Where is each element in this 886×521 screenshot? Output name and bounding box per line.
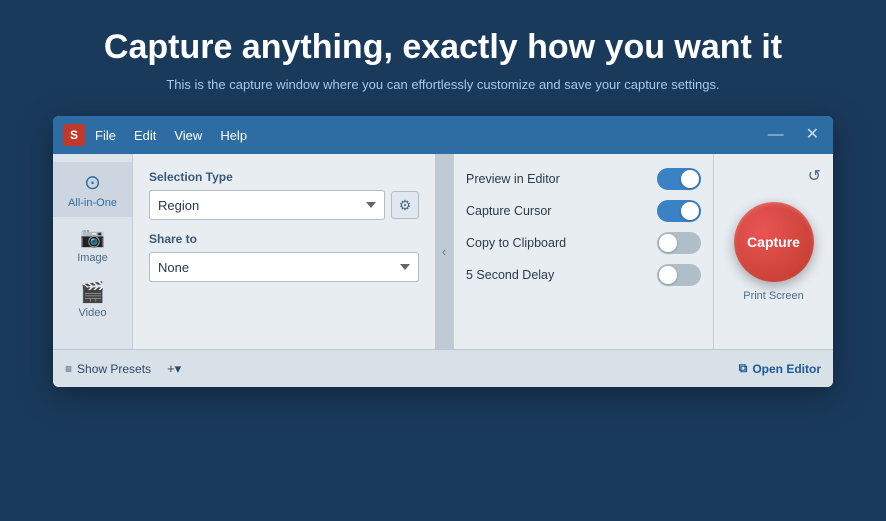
sidebar-item-label: Video (79, 307, 107, 319)
menu-help[interactable]: Help (220, 128, 247, 143)
bottom-bar: ≡ Show Presets +▾ ⧉ Open Editor (53, 349, 833, 387)
app-logo: S (63, 124, 85, 146)
selection-type-label: Selection Type (149, 170, 419, 184)
toggle-knob (659, 266, 677, 284)
share-to-group: Share to None (149, 232, 419, 282)
menu-edit[interactable]: Edit (134, 128, 156, 143)
open-editor-icon: ⧉ (739, 361, 748, 376)
title-bar: S File Edit View Help — ✕ (53, 116, 833, 154)
main-content: ⊙ All-in-One 📷 Image 🎬 Video Selection T… (53, 154, 833, 349)
toggle-copy-clipboard-switch[interactable] (657, 232, 701, 254)
open-editor-label: Open Editor (752, 362, 821, 376)
sidebar-item-all-in-one[interactable]: ⊙ All-in-One (53, 162, 132, 217)
capture-area: ↺ Capture Print Screen (713, 154, 833, 349)
toggle-knob (681, 202, 699, 220)
selection-type-select[interactable]: Region (149, 190, 385, 220)
toggle-copy-clipboard-label: Copy to Clipboard (466, 236, 566, 250)
open-editor-button[interactable]: ⧉ Open Editor (739, 361, 821, 376)
menu-bar: File Edit View Help (95, 128, 764, 143)
toggle-capture-cursor: Capture Cursor (466, 200, 701, 222)
toggle-copy-clipboard: Copy to Clipboard (466, 232, 701, 254)
toggle-second-delay: 5 Second Delay (466, 264, 701, 286)
share-to-row: None (149, 252, 419, 282)
sidebar: ⊙ All-in-One 📷 Image 🎬 Video (53, 154, 133, 349)
capture-button[interactable]: Capture (734, 202, 814, 282)
center-panel: Selection Type Region ⚙ Share to None (133, 154, 435, 349)
hero-subtitle: This is the capture window where you can… (20, 77, 866, 92)
menu-file[interactable]: File (95, 128, 116, 143)
toggle-capture-cursor-label: Capture Cursor (466, 204, 551, 218)
settings-gear-button[interactable]: ⚙ (391, 191, 419, 219)
close-button[interactable]: ✕ (802, 127, 823, 143)
toggle-second-delay-label: 5 Second Delay (466, 268, 554, 282)
presets-label: Show Presets (77, 362, 151, 376)
toggle-knob (659, 234, 677, 252)
share-to-label: Share to (149, 232, 419, 246)
toggle-preview-editor-switch[interactable] (657, 168, 701, 190)
window-controls: — ✕ (764, 127, 823, 143)
bottom-left-controls: ≡ Show Presets +▾ (65, 361, 181, 377)
image-icon: 📷 (80, 225, 105, 250)
toggle-preview-editor: Preview in Editor (466, 168, 701, 190)
toggle-capture-cursor-switch[interactable] (657, 200, 701, 222)
sidebar-item-label: Image (77, 252, 108, 264)
hero-title: Capture anything, exactly how you want i… (20, 28, 866, 67)
menu-view[interactable]: View (174, 128, 202, 143)
toggle-second-delay-switch[interactable] (657, 264, 701, 286)
hero-section: Capture anything, exactly how you want i… (0, 0, 886, 112)
sidebar-item-image[interactable]: 📷 Image (53, 217, 132, 272)
sidebar-item-video[interactable]: 🎬 Video (53, 272, 132, 327)
minimize-button[interactable]: — (764, 127, 788, 143)
sidebar-item-label: All-in-One (68, 197, 117, 209)
capture-shortcut: Print Screen (743, 290, 804, 302)
toggle-preview-editor-label: Preview in Editor (466, 172, 560, 186)
add-button[interactable]: +▾ (167, 361, 181, 377)
toggles-panel: Preview in Editor Capture Cursor Copy to… (453, 154, 713, 349)
collapse-button[interactable]: ‹ (435, 154, 453, 349)
app-window: S File Edit View Help — ✕ ⊙ All-in-One 📷… (53, 116, 833, 387)
toggle-knob (681, 170, 699, 188)
all-in-one-icon: ⊙ (84, 170, 101, 195)
share-to-select[interactable]: None (149, 252, 419, 282)
video-icon: 🎬 (80, 280, 105, 305)
presets-icon: ≡ (65, 362, 72, 376)
reset-button[interactable]: ↺ (808, 166, 821, 186)
selection-type-row: Region ⚙ (149, 190, 419, 220)
selection-type-group: Selection Type Region ⚙ (149, 170, 419, 220)
show-presets-button[interactable]: ≡ Show Presets (65, 362, 151, 376)
